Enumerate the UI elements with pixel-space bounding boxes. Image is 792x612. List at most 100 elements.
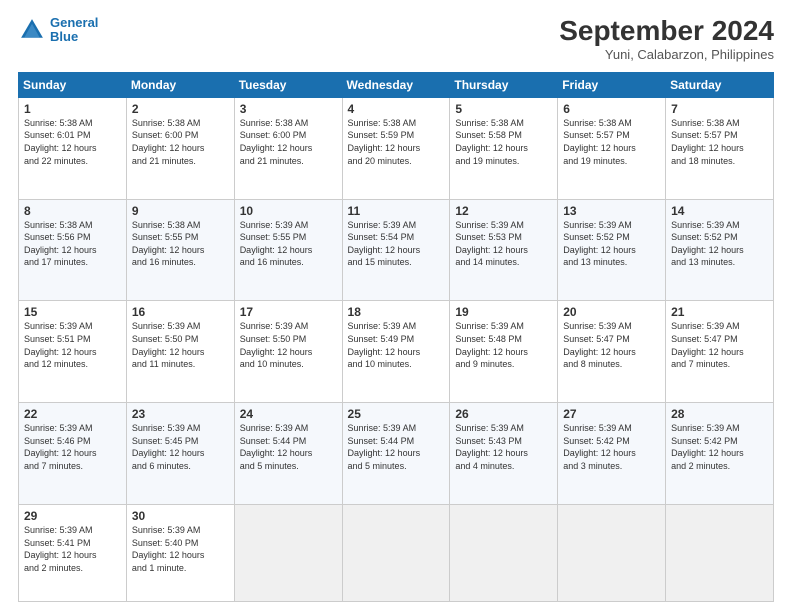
day-number: 16 — [132, 305, 229, 319]
day-info: Sunrise: 5:38 AM Sunset: 5:57 PM Dayligh… — [563, 117, 660, 167]
day-info: Sunrise: 5:38 AM Sunset: 6:00 PM Dayligh… — [132, 117, 229, 167]
title-area: September 2024 Yuni, Calabarzon, Philipp… — [559, 16, 774, 62]
calendar-cell: 14Sunrise: 5:39 AM Sunset: 5:52 PM Dayli… — [666, 199, 774, 301]
day-info: Sunrise: 5:38 AM Sunset: 6:01 PM Dayligh… — [24, 117, 121, 167]
day-number: 28 — [671, 407, 768, 421]
day-number: 20 — [563, 305, 660, 319]
day-number: 23 — [132, 407, 229, 421]
day-number: 15 — [24, 305, 121, 319]
header-cell-thursday: Thursday — [450, 72, 558, 97]
header-cell-wednesday: Wednesday — [342, 72, 450, 97]
calendar-header-row: SundayMondayTuesdayWednesdayThursdayFrid… — [19, 72, 774, 97]
day-number: 25 — [348, 407, 445, 421]
day-number: 1 — [24, 102, 121, 116]
week-row-1: 1Sunrise: 5:38 AM Sunset: 6:01 PM Daylig… — [19, 97, 774, 199]
calendar-cell: 10Sunrise: 5:39 AM Sunset: 5:55 PM Dayli… — [234, 199, 342, 301]
day-info: Sunrise: 5:39 AM Sunset: 5:41 PM Dayligh… — [24, 524, 121, 574]
calendar-cell: 29Sunrise: 5:39 AM Sunset: 5:41 PM Dayli… — [19, 504, 127, 601]
week-row-5: 29Sunrise: 5:39 AM Sunset: 5:41 PM Dayli… — [19, 504, 774, 601]
day-number: 19 — [455, 305, 552, 319]
day-number: 17 — [240, 305, 337, 319]
day-number: 12 — [455, 204, 552, 218]
day-info: Sunrise: 5:39 AM Sunset: 5:50 PM Dayligh… — [132, 320, 229, 370]
calendar-body: 1Sunrise: 5:38 AM Sunset: 6:01 PM Daylig… — [19, 97, 774, 601]
day-info: Sunrise: 5:39 AM Sunset: 5:52 PM Dayligh… — [563, 219, 660, 269]
day-number: 24 — [240, 407, 337, 421]
day-number: 11 — [348, 204, 445, 218]
day-number: 26 — [455, 407, 552, 421]
week-row-2: 8Sunrise: 5:38 AM Sunset: 5:56 PM Daylig… — [19, 199, 774, 301]
day-info: Sunrise: 5:39 AM Sunset: 5:46 PM Dayligh… — [24, 422, 121, 472]
day-info: Sunrise: 5:39 AM Sunset: 5:47 PM Dayligh… — [563, 320, 660, 370]
logo-icon — [18, 16, 46, 44]
calendar-cell: 2Sunrise: 5:38 AM Sunset: 6:00 PM Daylig… — [126, 97, 234, 199]
day-number: 10 — [240, 204, 337, 218]
calendar-cell: 26Sunrise: 5:39 AM Sunset: 5:43 PM Dayli… — [450, 403, 558, 505]
day-info: Sunrise: 5:39 AM Sunset: 5:54 PM Dayligh… — [348, 219, 445, 269]
day-number: 4 — [348, 102, 445, 116]
calendar-cell: 15Sunrise: 5:39 AM Sunset: 5:51 PM Dayli… — [19, 301, 127, 403]
calendar-cell: 25Sunrise: 5:39 AM Sunset: 5:44 PM Dayli… — [342, 403, 450, 505]
day-number: 9 — [132, 204, 229, 218]
calendar-cell — [342, 504, 450, 601]
calendar-cell: 20Sunrise: 5:39 AM Sunset: 5:47 PM Dayli… — [558, 301, 666, 403]
day-number: 7 — [671, 102, 768, 116]
day-info: Sunrise: 5:39 AM Sunset: 5:44 PM Dayligh… — [240, 422, 337, 472]
day-number: 30 — [132, 509, 229, 523]
day-number: 2 — [132, 102, 229, 116]
day-info: Sunrise: 5:39 AM Sunset: 5:40 PM Dayligh… — [132, 524, 229, 574]
day-number: 14 — [671, 204, 768, 218]
calendar-cell: 28Sunrise: 5:39 AM Sunset: 5:42 PM Dayli… — [666, 403, 774, 505]
calendar-cell: 23Sunrise: 5:39 AM Sunset: 5:45 PM Dayli… — [126, 403, 234, 505]
calendar-cell: 24Sunrise: 5:39 AM Sunset: 5:44 PM Dayli… — [234, 403, 342, 505]
header-cell-sunday: Sunday — [19, 72, 127, 97]
day-info: Sunrise: 5:39 AM Sunset: 5:45 PM Dayligh… — [132, 422, 229, 472]
calendar-cell: 16Sunrise: 5:39 AM Sunset: 5:50 PM Dayli… — [126, 301, 234, 403]
calendar-cell: 30Sunrise: 5:39 AM Sunset: 5:40 PM Dayli… — [126, 504, 234, 601]
day-info: Sunrise: 5:39 AM Sunset: 5:52 PM Dayligh… — [671, 219, 768, 269]
calendar-cell: 12Sunrise: 5:39 AM Sunset: 5:53 PM Dayli… — [450, 199, 558, 301]
logo: General Blue — [18, 16, 98, 45]
day-info: Sunrise: 5:38 AM Sunset: 6:00 PM Dayligh… — [240, 117, 337, 167]
day-info: Sunrise: 5:38 AM Sunset: 5:57 PM Dayligh… — [671, 117, 768, 167]
day-info: Sunrise: 5:39 AM Sunset: 5:47 PM Dayligh… — [671, 320, 768, 370]
calendar-cell: 27Sunrise: 5:39 AM Sunset: 5:42 PM Dayli… — [558, 403, 666, 505]
day-info: Sunrise: 5:39 AM Sunset: 5:51 PM Dayligh… — [24, 320, 121, 370]
calendar-cell: 21Sunrise: 5:39 AM Sunset: 5:47 PM Dayli… — [666, 301, 774, 403]
calendar-cell: 13Sunrise: 5:39 AM Sunset: 5:52 PM Dayli… — [558, 199, 666, 301]
calendar-cell: 11Sunrise: 5:39 AM Sunset: 5:54 PM Dayli… — [342, 199, 450, 301]
day-info: Sunrise: 5:38 AM Sunset: 5:55 PM Dayligh… — [132, 219, 229, 269]
month-title: September 2024 — [559, 16, 774, 47]
calendar-cell: 9Sunrise: 5:38 AM Sunset: 5:55 PM Daylig… — [126, 199, 234, 301]
calendar-cell — [450, 504, 558, 601]
header-cell-friday: Friday — [558, 72, 666, 97]
calendar-cell: 19Sunrise: 5:39 AM Sunset: 5:48 PM Dayli… — [450, 301, 558, 403]
header-cell-tuesday: Tuesday — [234, 72, 342, 97]
calendar-cell — [234, 504, 342, 601]
day-info: Sunrise: 5:39 AM Sunset: 5:53 PM Dayligh… — [455, 219, 552, 269]
day-info: Sunrise: 5:39 AM Sunset: 5:55 PM Dayligh… — [240, 219, 337, 269]
day-number: 3 — [240, 102, 337, 116]
day-number: 13 — [563, 204, 660, 218]
logo-text: General Blue — [50, 16, 98, 45]
header: General Blue September 2024 Yuni, Calaba… — [18, 16, 774, 62]
day-number: 6 — [563, 102, 660, 116]
day-number: 21 — [671, 305, 768, 319]
week-row-3: 15Sunrise: 5:39 AM Sunset: 5:51 PM Dayli… — [19, 301, 774, 403]
page: General Blue September 2024 Yuni, Calaba… — [0, 0, 792, 612]
week-row-4: 22Sunrise: 5:39 AM Sunset: 5:46 PM Dayli… — [19, 403, 774, 505]
calendar-cell: 7Sunrise: 5:38 AM Sunset: 5:57 PM Daylig… — [666, 97, 774, 199]
calendar-cell: 1Sunrise: 5:38 AM Sunset: 6:01 PM Daylig… — [19, 97, 127, 199]
day-info: Sunrise: 5:39 AM Sunset: 5:50 PM Dayligh… — [240, 320, 337, 370]
day-info: Sunrise: 5:39 AM Sunset: 5:48 PM Dayligh… — [455, 320, 552, 370]
header-cell-monday: Monday — [126, 72, 234, 97]
header-cell-saturday: Saturday — [666, 72, 774, 97]
day-number: 5 — [455, 102, 552, 116]
calendar-cell: 3Sunrise: 5:38 AM Sunset: 6:00 PM Daylig… — [234, 97, 342, 199]
calendar-cell: 5Sunrise: 5:38 AM Sunset: 5:58 PM Daylig… — [450, 97, 558, 199]
day-number: 18 — [348, 305, 445, 319]
day-number: 22 — [24, 407, 121, 421]
day-number: 29 — [24, 509, 121, 523]
day-number: 8 — [24, 204, 121, 218]
day-info: Sunrise: 5:38 AM Sunset: 5:59 PM Dayligh… — [348, 117, 445, 167]
